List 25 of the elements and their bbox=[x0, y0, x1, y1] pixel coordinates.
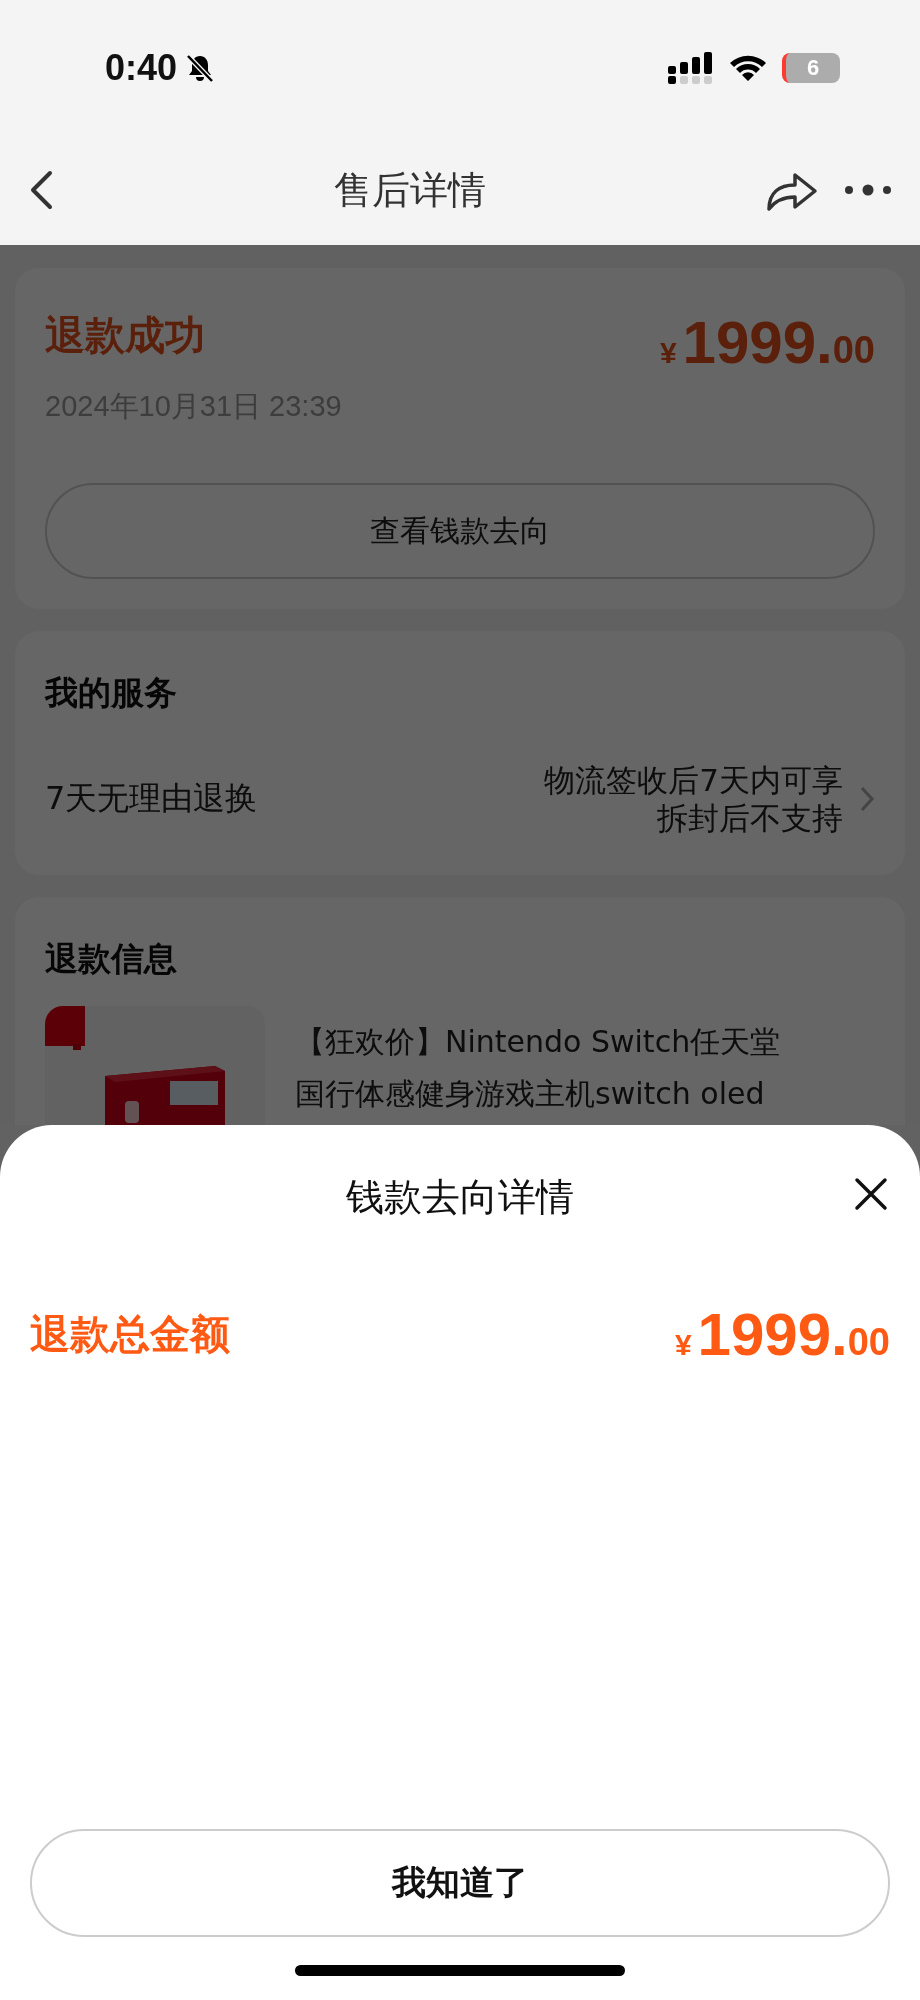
product-title: 【狂欢价】Nintendo Switch任天堂 bbox=[295, 1023, 781, 1061]
confirm-button[interactable]: 我知道了 bbox=[30, 1829, 890, 1937]
back-icon[interactable] bbox=[28, 170, 54, 210]
amount-decimals: 00 bbox=[847, 1321, 890, 1364]
amount-integer: 1999. bbox=[682, 308, 833, 377]
refund-status: 退款成功 bbox=[45, 311, 205, 360]
signal-icon bbox=[668, 51, 714, 84]
service-name: 7天无理由退换 bbox=[45, 778, 258, 819]
status-time: 0:40 bbox=[105, 46, 178, 89]
close-icon[interactable] bbox=[854, 1177, 888, 1211]
product-title: 国行体感健身游戏主机switch oled bbox=[295, 1075, 766, 1113]
service-note: 物流签收后7天内可享 bbox=[544, 761, 843, 799]
section-title: 退款信息 bbox=[45, 938, 178, 980]
more-icon[interactable] bbox=[844, 184, 892, 196]
section-title: 我的服务 bbox=[45, 672, 178, 714]
currency-symbol: ¥ bbox=[674, 1328, 692, 1362]
amount-integer: 1999. bbox=[697, 1300, 848, 1369]
total-label: 退款总金额 bbox=[30, 1310, 230, 1359]
amount-decimals: 00 bbox=[832, 329, 875, 372]
bell-muted-icon bbox=[185, 52, 216, 83]
service-note: 拆封后不支持 bbox=[657, 799, 843, 837]
sheet-title: 钱款去向详情 bbox=[346, 1174, 574, 1221]
battery-icon: 6 bbox=[782, 52, 840, 83]
currency-symbol: ¥ bbox=[659, 336, 677, 370]
page-title: 售后详情 bbox=[334, 166, 486, 214]
